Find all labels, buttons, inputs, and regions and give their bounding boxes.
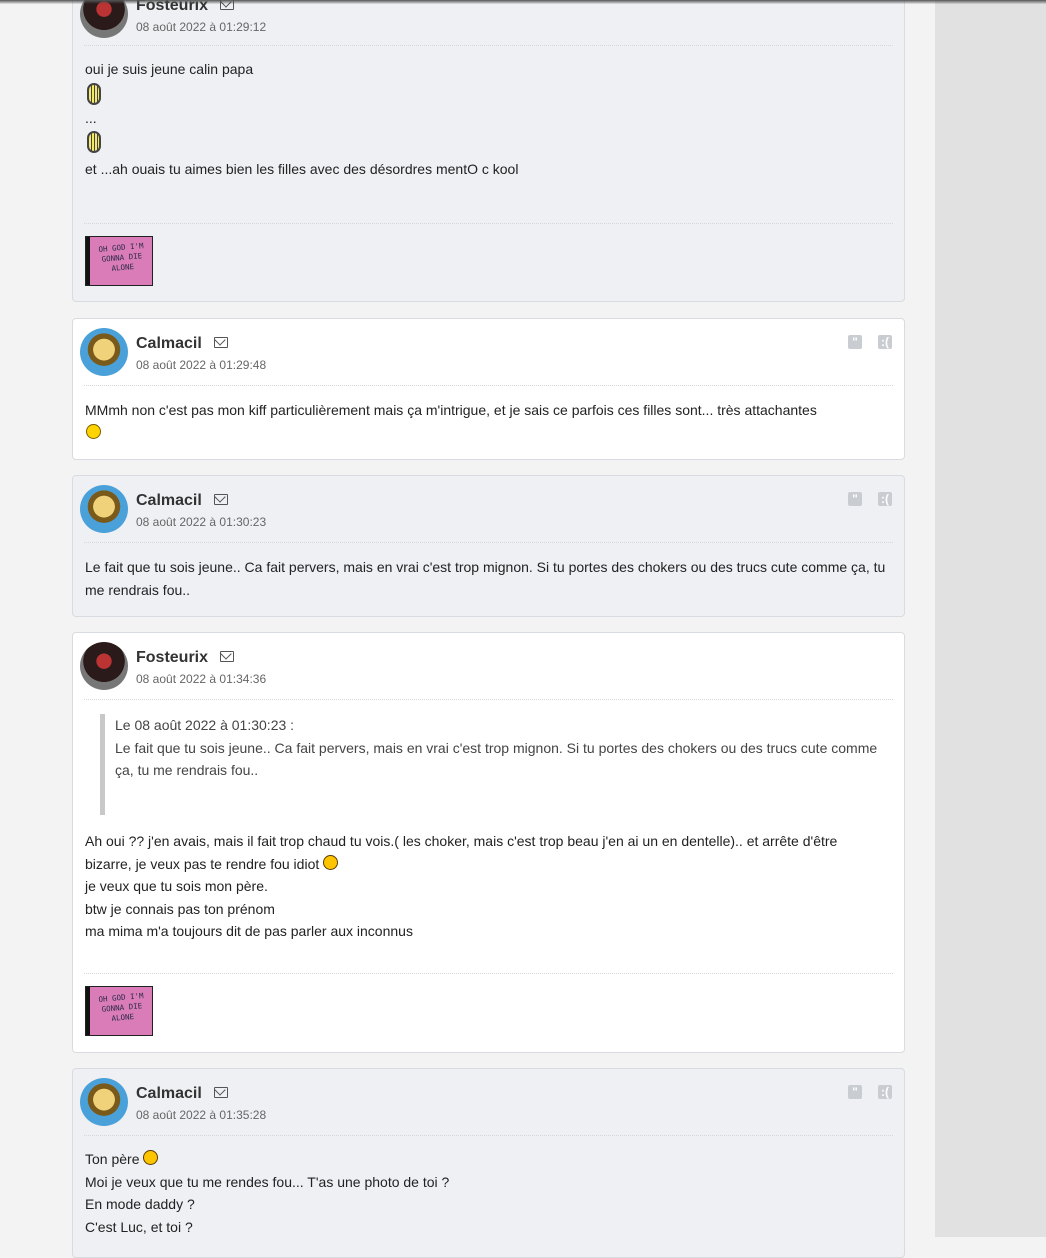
message-line: Moi je veux que tu me rendes fou... T'as… — [85, 1173, 450, 1190]
signature-text: OH GOD I'M GONNA DIE ALONE — [98, 991, 144, 1023]
message-line: Ton père — [85, 1151, 140, 1167]
message-line: MMmh non c'est pas mon kiff particulière… — [85, 402, 817, 418]
laughing-smiley-icon — [323, 854, 339, 870]
forum-post: Calmacil 08 août 2022 à 01:35:28 " :( Ton… — [72, 1068, 905, 1258]
signature-divider — [84, 973, 893, 975]
author-name[interactable]: Calmacil — [136, 492, 202, 509]
avatar[interactable] — [80, 0, 128, 38]
mail-icon[interactable] — [213, 337, 228, 348]
report-icon[interactable]: :( — [878, 1085, 892, 1099]
quote-icon[interactable]: " — [848, 335, 862, 349]
signature-image: OH GOD I'M GONNA DIE ALONE — [85, 236, 153, 286]
message-line: En mode daddy ? — [85, 1196, 195, 1212]
avatar[interactable] — [80, 328, 128, 376]
post-body: MMmh non c'est pas mon kiff particulière… — [85, 399, 886, 444]
forum-post: Calmacil 08 août 2022 à 01:30:23 " :( Le … — [72, 475, 905, 617]
message-line: oui je suis jeune calin papa — [85, 61, 254, 77]
right-rail — [935, 0, 1046, 1237]
forum-post: Fosteurix 08 août 2022 à 01:29:12 oui je… — [72, 0, 905, 302]
post-body: oui je suis jeune calin papa ... et ...a… — [85, 58, 886, 181]
message-line: ... — [85, 109, 97, 126]
signature-image: OH GOD I'M GONNA DIE ALONE — [85, 986, 153, 1036]
message-text: Le fait que tu sois jeune.. Ca fait perv… — [85, 559, 886, 598]
divider — [84, 385, 893, 387]
signature-divider — [84, 223, 893, 225]
author-name[interactable]: Calmacil — [136, 335, 202, 352]
post-body: Ah oui ?? j'en avais, mais il fait trop … — [85, 830, 886, 943]
mail-icon[interactable] — [220, 651, 235, 662]
author-name[interactable]: Calmacil — [136, 1085, 202, 1102]
avatar[interactable] — [80, 642, 128, 690]
divider — [84, 699, 893, 701]
post-date[interactable]: 08 août 2022 à 01:35:28 — [136, 1108, 266, 1122]
quote-icon[interactable]: " — [848, 1085, 862, 1099]
mail-icon[interactable] — [213, 1087, 228, 1098]
message-text: Ah oui ?? j'en avais, mais il fait trop … — [85, 833, 838, 872]
post-actions: " :( — [832, 333, 892, 351]
forum-post: Calmacil 08 août 2022 à 01:29:48 " :( MMm… — [72, 318, 905, 460]
divider — [84, 542, 893, 544]
post-date[interactable]: 08 août 2022 à 01:34:36 — [136, 672, 266, 686]
quoted-message: Le 08 août 2022 à 01:30:23 : Le fait que… — [100, 714, 886, 815]
divider — [84, 1135, 893, 1137]
message-line: ma mima m'a toujours dit de pas parler a… — [85, 923, 413, 939]
post-date[interactable]: 08 août 2022 à 01:29:48 — [136, 358, 266, 372]
avatar[interactable] — [80, 1078, 128, 1126]
mail-icon[interactable] — [213, 494, 228, 505]
message-line: et ...ah ouais tu aimes bien les filles … — [85, 161, 519, 177]
quote-text: Le fait que tu sois jeune.. Ca fait perv… — [115, 739, 878, 779]
message-line: C'est Luc, et toi ? — [85, 1218, 193, 1235]
forum-post: Fosteurix 08 août 2022 à 01:34:36 Le 08 … — [72, 632, 905, 1053]
post-date[interactable]: 08 août 2022 à 01:30:23 — [136, 515, 266, 529]
post-body: Le fait que tu sois jeune.. Ca fait perv… — [85, 556, 886, 601]
divider — [84, 45, 893, 47]
laughing-smiley-icon — [143, 1150, 159, 1165]
signature-text: OH GOD I'M GONNA DIE ALONE — [98, 241, 144, 273]
report-icon[interactable]: :( — [878, 335, 892, 349]
sticker-icon — [87, 82, 101, 105]
post-body: Ton père Moi je veux que tu me rendes fo… — [85, 1148, 886, 1238]
smiley-icon — [86, 423, 101, 439]
quote-icon[interactable]: " — [848, 492, 862, 506]
post-date[interactable]: 08 août 2022 à 01:29:12 — [136, 20, 266, 34]
sticker-icon — [87, 131, 101, 153]
avatar[interactable] — [80, 485, 128, 533]
quote-header: Le 08 août 2022 à 01:30:23 : — [115, 717, 295, 733]
post-actions: " :( — [832, 490, 892, 508]
author-name[interactable]: Fosteurix — [136, 649, 208, 666]
message-line: btw je connais pas ton prénom — [85, 900, 275, 917]
report-icon[interactable]: :( — [878, 492, 892, 506]
top-shadow — [0, 0, 1046, 4]
message-line: je veux que tu sois mon père. — [85, 878, 268, 894]
post-actions: " :( — [832, 1083, 892, 1101]
